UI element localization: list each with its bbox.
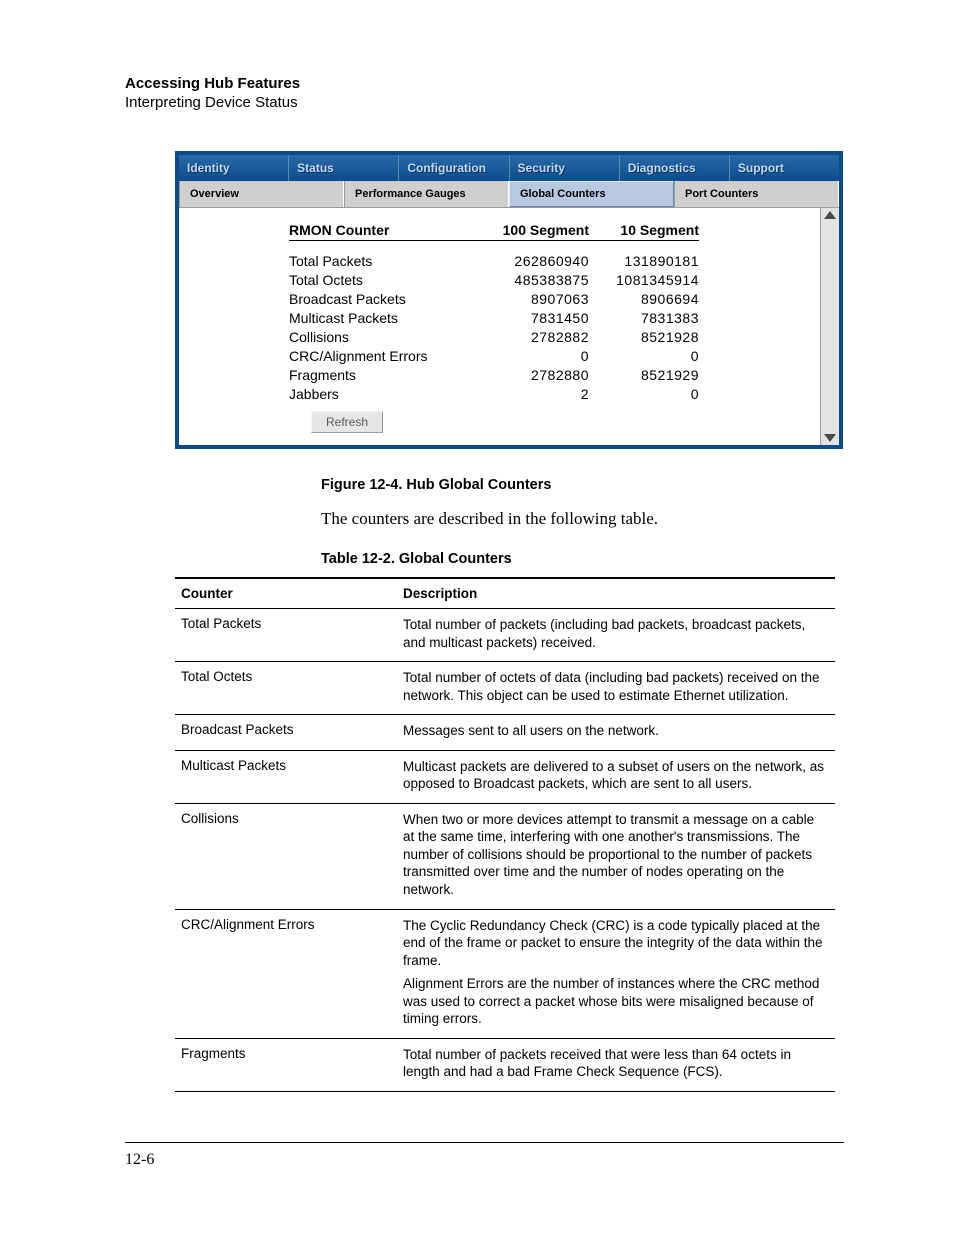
counter-name-cell: Total Packets [175, 609, 397, 662]
table-row: CRC/Alignment ErrorsThe Cyclic Redundanc… [175, 909, 835, 1038]
page-number: 12-6 [125, 1151, 844, 1169]
counter-desc-cell: The Cyclic Redundancy Check (CRC) is a c… [397, 909, 835, 1038]
tab-security[interactable]: Security [510, 155, 620, 181]
table-row: FragmentsTotal number of packets receive… [175, 1038, 835, 1091]
counter-10seg: 0 [589, 348, 699, 364]
sub-tab-bar: Overview Performance Gauges Global Count… [179, 181, 839, 208]
tab-diagnostics[interactable]: Diagnostics [620, 155, 730, 181]
counters-panel: RMON Counter 100 Segment 10 Segment Tota… [179, 208, 820, 445]
th-description: Description [397, 578, 835, 609]
counter-100seg: 8907063 [479, 291, 589, 307]
subtab-port-counters[interactable]: Port Counters [674, 181, 839, 207]
page-header-title: Accessing Hub Features [125, 75, 844, 92]
tab-status[interactable]: Status [289, 155, 399, 181]
counter-name: Multicast Packets [289, 310, 479, 326]
device-console: Identity Status Configuration Security D… [175, 151, 843, 449]
counter-name-cell: Multicast Packets [175, 750, 397, 803]
page-header-subtitle: Interpreting Device Status [125, 94, 844, 111]
global-counters-desc-table: Counter Description Total PacketsTotal n… [175, 577, 835, 1092]
counter-name: Total Packets [289, 253, 479, 269]
table-row: Jabbers 2 0 [289, 386, 816, 402]
table-row: Total OctetsTotal number of octets of da… [175, 662, 835, 715]
counter-10seg: 8906694 [589, 291, 699, 307]
counter-name-cell: CRC/Alignment Errors [175, 909, 397, 1038]
counter-10seg: 7831383 [589, 310, 699, 326]
table-row: CRC/Alignment Errors 0 0 [289, 348, 816, 364]
counter-100seg: 7831450 [479, 310, 589, 326]
counter-name: CRC/Alignment Errors [289, 348, 479, 364]
counter-desc-cell: When two or more devices attempt to tran… [397, 803, 835, 909]
refresh-button[interactable]: Refresh [311, 411, 383, 433]
header-rule [289, 240, 699, 241]
counter-desc-cell: Total number of packets received that we… [397, 1038, 835, 1091]
th-counter: Counter [175, 578, 397, 609]
counter-10seg: 8521929 [589, 367, 699, 383]
table-row: Fragments 2782880 8521929 [289, 367, 816, 383]
counter-desc-cell: Total number of packets (including bad p… [397, 609, 835, 662]
subtab-global-counters[interactable]: Global Counters [509, 181, 674, 207]
col-10-segment: 10 Segment [589, 222, 699, 238]
body-paragraph: The counters are described in the follow… [321, 509, 844, 529]
counter-10seg: 8521928 [589, 329, 699, 345]
counter-100seg: 485383875 [479, 272, 589, 288]
counter-name-cell: Collisions [175, 803, 397, 909]
counter-10seg: 1081345914 [589, 272, 699, 288]
counter-name: Jabbers [289, 386, 479, 402]
footer-rule [125, 1142, 844, 1143]
table-caption: Table 12-2. Global Counters [321, 551, 844, 567]
table-row: Multicast Packets 7831450 7831383 [289, 310, 816, 326]
col-100-segment: 100 Segment [479, 222, 589, 238]
tab-configuration[interactable]: Configuration [399, 155, 509, 181]
table-row: CollisionsWhen two or more devices attem… [175, 803, 835, 909]
table-row: Broadcast PacketsMessages sent to all us… [175, 715, 835, 751]
tab-support[interactable]: Support [730, 155, 839, 181]
table-row: Total Octets 485383875 1081345914 [289, 272, 816, 288]
counter-name-cell: Broadcast Packets [175, 715, 397, 751]
counter-desc-cell: Total number of octets of data (includin… [397, 662, 835, 715]
counter-name: Fragments [289, 367, 479, 383]
counter-name: Collisions [289, 329, 479, 345]
counter-name: Total Octets [289, 272, 479, 288]
figure-caption: Figure 12-4. Hub Global Counters [321, 477, 844, 493]
counter-10seg: 131890181 [589, 253, 699, 269]
counter-100seg: 2782882 [479, 329, 589, 345]
counter-10seg: 0 [589, 386, 699, 402]
table-row: Broadcast Packets 8907063 8906694 [289, 291, 816, 307]
counter-100seg: 262860940 [479, 253, 589, 269]
counter-name-cell: Fragments [175, 1038, 397, 1091]
table-row: Total Packets 262860940 131890181 [289, 253, 816, 269]
rmon-counter-label: RMON Counter [289, 222, 479, 238]
tab-identity[interactable]: Identity [179, 155, 289, 181]
table-row: Collisions 2782882 8521928 [289, 329, 816, 345]
counter-desc-cell: Multicast packets are delivered to a sub… [397, 750, 835, 803]
top-tab-bar: Identity Status Configuration Security D… [179, 155, 839, 181]
table-row: Total PacketsTotal number of packets (in… [175, 609, 835, 662]
counter-100seg: 2 [479, 386, 589, 402]
counter-desc-cell: Messages sent to all users on the networ… [397, 715, 835, 751]
scrollbar[interactable] [820, 208, 839, 445]
scroll-up-icon[interactable] [824, 211, 836, 219]
counter-name-cell: Total Octets [175, 662, 397, 715]
table-row: Multicast PacketsMulticast packets are d… [175, 750, 835, 803]
counter-100seg: 0 [479, 348, 589, 364]
subtab-overview[interactable]: Overview [179, 181, 344, 207]
counters-header-row: RMON Counter 100 Segment 10 Segment [289, 222, 816, 238]
scroll-down-icon[interactable] [824, 434, 836, 442]
counter-name: Broadcast Packets [289, 291, 479, 307]
counter-100seg: 2782880 [479, 367, 589, 383]
subtab-performance-gauges[interactable]: Performance Gauges [344, 181, 509, 207]
